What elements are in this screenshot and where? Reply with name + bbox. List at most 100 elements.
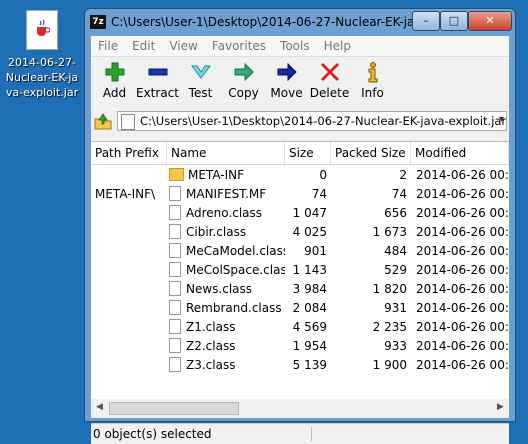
packed-size-cell: 1 900 [372, 357, 407, 372]
java-cup-icon [37, 19, 50, 36]
file-name: MeColSpace.class [186, 262, 285, 277]
table-row[interactable]: News.class 3 984 1 820 2014-06-26 00:34 [91, 279, 509, 298]
file-icon [169, 186, 181, 201]
file-name: Rembrand.class [186, 300, 282, 315]
column-name[interactable]: Name [167, 142, 285, 164]
file-icon [169, 300, 181, 315]
size-cell: 1 954 [292, 338, 327, 353]
name-cell: MeCaModel.class [167, 243, 285, 258]
menu-favorites[interactable]: Favorites [205, 36, 273, 56]
menu-edit[interactable]: Edit [125, 36, 162, 56]
modified-cell: 2014-06-26 00:34 [416, 357, 509, 372]
modified-cell: 2014-06-26 00:34 [416, 186, 509, 201]
table-row[interactable]: META-INF 0 2 2014-06-26 00:34 [91, 165, 509, 184]
name-cell: META-INF [167, 168, 285, 182]
menu-help[interactable]: Help [317, 36, 358, 56]
table-row[interactable]: Z2.class 1 954 933 2014-06-26 00:34 [91, 336, 509, 355]
menu-bar: File Edit View Favorites Tools Help [91, 36, 509, 57]
column-path-prefix[interactable]: Path Prefix [91, 142, 167, 164]
menu-view[interactable]: View [162, 36, 204, 56]
archive-icon [121, 114, 135, 130]
path-input[interactable]: C:\Users\User-1\Desktop\2014-06-27-Nucle… [117, 111, 507, 131]
table-row[interactable]: MeCaModel.class 901 484 2014-06-26 00:34 [91, 241, 509, 260]
size-cell: 4 569 [292, 319, 327, 334]
packed-size-cell: 484 [384, 243, 407, 258]
move-button[interactable]: Move [265, 57, 308, 109]
copy-arrow-icon [234, 62, 254, 82]
folder-up-button[interactable] [93, 111, 113, 131]
size-cell: 3 984 [292, 281, 327, 296]
table-row[interactable]: Z3.class 5 139 1 900 2014-06-26 00:34 [91, 355, 509, 374]
column-packed-size[interactable]: Packed Size [331, 142, 411, 164]
horizontal-scrollbar[interactable]: ◀ ▶ [91, 399, 509, 416]
name-cell: MeColSpace.class [167, 262, 285, 277]
name-cell: Cibir.class [167, 224, 285, 239]
scroll-thumb[interactable] [109, 402, 239, 415]
archive-window: 7z C:\Users\User-1\Desktop\2014-06-27-Nu… [84, 8, 516, 444]
copy-button[interactable]: Copy [222, 57, 265, 109]
size-cell: 2 084 [292, 300, 327, 315]
path-text: C:\Users\User-1\Desktop\2014-06-27-Nucle… [140, 114, 507, 128]
file-icon [169, 243, 181, 258]
modified-cell: 2014-06-26 00:34 [416, 262, 509, 277]
size-cell: 1 143 [292, 262, 327, 277]
menu-file[interactable]: File [91, 36, 125, 56]
modified-cell: 2014-06-26 00:34 [416, 300, 509, 315]
maximize-button[interactable]: □ [440, 11, 468, 31]
minimize-button[interactable]: – [412, 11, 440, 31]
file-name: MANIFEST.MF [186, 186, 267, 201]
jar-file-icon [26, 10, 58, 50]
name-cell: Z1.class [167, 319, 285, 334]
modified-cell: 2014-06-26 00:34 [416, 338, 509, 353]
table-row[interactable]: Rembrand.class 2 084 931 2014-06-26 00:34 [91, 298, 509, 317]
table-row[interactable]: Adreno.class 1 047 656 2014-06-26 00:34 [91, 203, 509, 222]
table-row[interactable]: Z1.class 4 569 2 235 2014-06-26 00:34 [91, 317, 509, 336]
modified-cell: 2014-06-26 00:34 [416, 167, 509, 182]
test-button[interactable]: Test [179, 57, 222, 109]
packed-size-cell: 2 235 [372, 319, 407, 334]
packed-size-cell: 1 820 [372, 281, 407, 296]
packed-size-cell: 1 673 [372, 224, 407, 239]
name-cell: Z2.class [167, 338, 285, 353]
file-icon [169, 262, 181, 277]
name-cell: News.class [167, 281, 285, 296]
size-cell: 74 [311, 186, 327, 201]
info-icon [368, 62, 377, 83]
size-cell: 0 [319, 167, 327, 182]
add-button[interactable]: Add [93, 57, 136, 109]
file-icon [169, 319, 181, 334]
file-rows: META-INF 0 2 2014-06-26 00:34 META-INF\ MANIF… [91, 165, 509, 374]
chevron-down-icon[interactable]: ▾ [499, 114, 504, 125]
file-name: MeCaModel.class [186, 243, 285, 258]
7zip-app-icon: 7z [90, 15, 106, 29]
scroll-right-arrow[interactable]: ▶ [493, 400, 508, 415]
table-row[interactable]: META-INF\ MANIFEST.MF 74 74 2014-06-26 00:34 [91, 184, 509, 203]
name-cell: Z3.class [167, 357, 285, 372]
size-cell: 1 047 [292, 205, 327, 220]
extract-button[interactable]: Extract [136, 57, 179, 109]
status-text: 0 object(s) selected [93, 427, 312, 441]
desktop-jar-file-icon[interactable]: 2014-06-27-Nuclear-EK-java-exploit.jar [4, 10, 80, 100]
close-button[interactable]: ✕ [468, 11, 512, 31]
table-row[interactable]: MeColSpace.class 1 143 529 2014-06-26 00:34 [91, 260, 509, 279]
info-button[interactable]: Info [351, 57, 394, 109]
check-icon [190, 65, 211, 79]
delete-button[interactable]: Delete [308, 57, 351, 109]
column-size[interactable]: Size [285, 142, 331, 164]
modified-cell: 2014-06-26 00:34 [416, 243, 509, 258]
packed-size-cell: 656 [384, 205, 407, 220]
column-modified[interactable]: Modified [411, 142, 509, 164]
name-cell: Rembrand.class [167, 300, 285, 315]
table-row[interactable]: Cibir.class 4 025 1 673 2014-06-26 00:34 [91, 222, 509, 241]
name-cell: MANIFEST.MF [167, 186, 285, 201]
info-label: Info [361, 86, 384, 100]
delete-label: Delete [309, 86, 350, 100]
scroll-left-arrow[interactable]: ◀ [92, 400, 107, 415]
menu-tools[interactable]: Tools [273, 36, 317, 56]
address-bar: C:\Users\User-1\Desktop\2014-06-27-Nucle… [91, 109, 509, 133]
folder-up-icon [94, 113, 112, 130]
title-bar[interactable]: 7z C:\Users\User-1\Desktop\2014-06-27-Nu… [85, 9, 515, 35]
plus-icon [105, 62, 124, 82]
packed-size-cell: 931 [384, 300, 407, 315]
copy-label: Copy [228, 86, 259, 100]
